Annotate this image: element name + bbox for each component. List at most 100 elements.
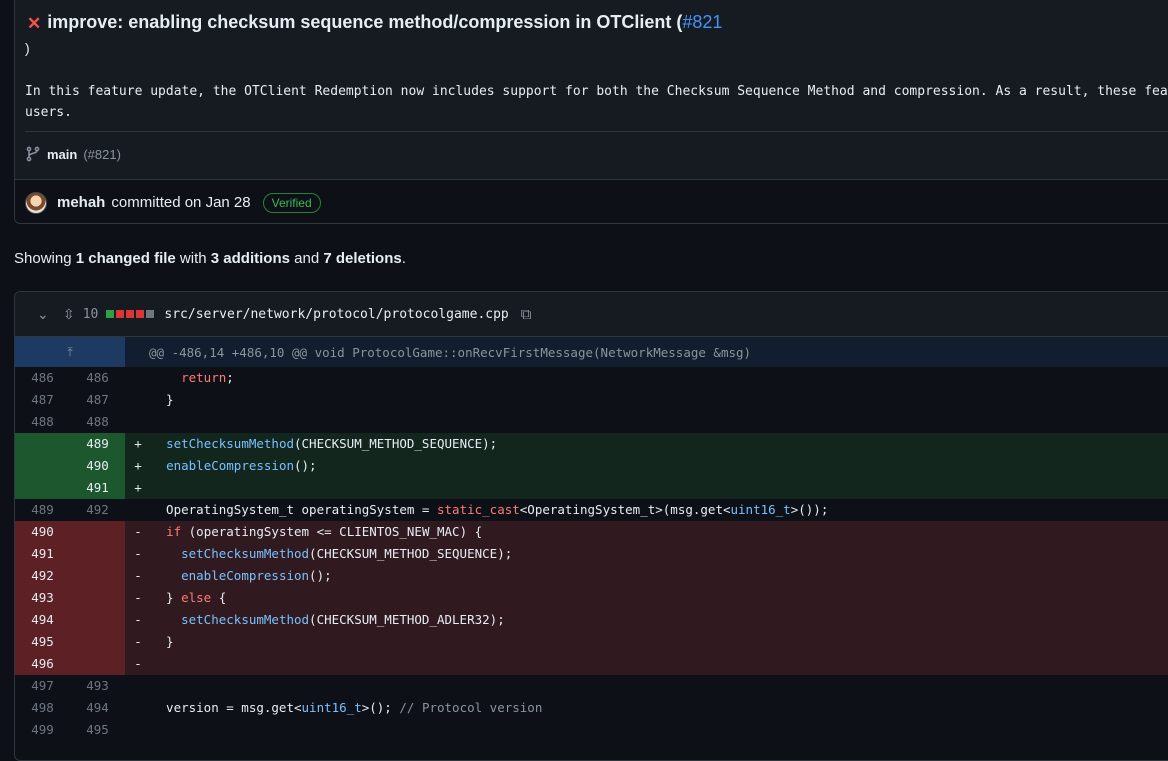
diff-sign: + [134,458,142,473]
verified-badge[interactable]: Verified [262,192,321,213]
diff-line[interactable]: 491 + [15,477,1168,499]
old-line-number[interactable]: 487 [15,389,70,411]
diff-line[interactable]: 487 487 } [15,389,1168,411]
new-line-number[interactable]: 487 [70,389,125,411]
chevron-down-icon[interactable]: ⌄ [37,306,51,323]
diff-line[interactable]: 497 493 [15,675,1168,697]
old-line-number[interactable]: 497 [15,675,70,697]
expand-all-icon[interactable]: ⇳ [63,306,75,323]
old-line-number[interactable] [15,455,70,477]
diff-line[interactable]: 490 - if (operatingSystem <= CLIENTOS_NEW… [15,521,1168,543]
old-line-number[interactable]: 491 [15,543,70,565]
diff-line[interactable]: 489 + setChecksumMethod(CHECKSUM_METHOD_S… [15,433,1168,455]
diff-sign [125,389,151,411]
expand-up-icon[interactable]: ⤒ [15,337,125,367]
file-header: ⌄ ⇳ 10 src/server/network/protocol/proto… [15,292,1168,337]
summary-text: . [401,250,406,267]
new-line-number[interactable]: 491 [70,477,125,499]
diff-line[interactable]: 486 486 return; [15,367,1168,389]
code-text: return; [181,370,234,385]
old-line-number[interactable]: 493 [15,587,70,609]
diff-line[interactable]: 499 495 [15,719,1168,741]
new-line-number[interactable]: 489 [70,433,125,455]
new-line-number[interactable] [70,587,125,609]
pr-link[interactable]: #821 [682,12,722,33]
new-line-number[interactable]: 495 [70,719,125,741]
diff-file: ⌄ ⇳ 10 src/server/network/protocol/proto… [14,291,1168,761]
branch-pr-ref[interactable]: (#821) [83,147,121,162]
diff-sign: - [134,568,142,583]
file-path[interactable]: src/server/network/protocol/protocolgame… [164,307,508,322]
new-line-number[interactable]: 488 [70,411,125,433]
diff-line[interactable]: 495 - } [15,631,1168,653]
diff-line[interactable]: 496 - [15,653,1168,675]
diff-sign [125,411,151,433]
diff-line[interactable]: 492 - enableCompression(); [15,565,1168,587]
diff-line[interactable]: 490 + enableCompression(); [15,455,1168,477]
code-text: if (operatingSystem <= CLIENTOS_NEW_MAC)… [166,524,483,539]
old-line-number[interactable]: 492 [15,565,70,587]
diff-sign: - [134,546,142,561]
author-name[interactable]: mehah [57,194,105,211]
code-text: setChecksumMethod(CHECKSUM_METHOD_SEQUEN… [166,436,498,451]
divider [25,131,1168,132]
diff-sign [125,675,151,697]
diff-line[interactable]: 489 492 OperatingSystem_t operatingSystem… [15,499,1168,521]
new-line-number[interactable]: 486 [70,367,125,389]
summary-text: and [294,250,320,267]
new-line-number[interactable] [70,565,125,587]
old-line-number[interactable]: 490 [15,521,70,543]
old-line-number[interactable] [15,433,70,455]
code-text: OperatingSystem_t operatingSystem = stat… [151,502,829,517]
new-line-number[interactable]: 494 [70,697,125,719]
code-text: setChecksumMethod(CHECKSUM_METHOD_ADLER3… [181,612,505,627]
diff-line[interactable]: 493 - } else { [15,587,1168,609]
avatar[interactable] [25,191,47,214]
diff-sign: - [134,612,142,627]
branch-name[interactable]: main [47,147,77,162]
old-line-number[interactable]: 498 [15,697,70,719]
diffstat-block [146,310,155,318]
diff-sign: - [134,524,142,539]
diff-sign [125,697,151,719]
old-line-number[interactable]: 489 [15,499,70,521]
old-line-number[interactable]: 488 [15,411,70,433]
new-line-number[interactable] [70,609,125,631]
old-line-number[interactable]: 499 [15,719,70,741]
git-branch-icon [26,146,40,162]
diff-body: 486 486 return; 487 487 } 488 488 489 + setChec… [15,367,1168,741]
diff-sign: - [134,590,142,605]
diff-sign [125,719,151,741]
new-line-number[interactable] [70,543,125,565]
diff-sign: - [134,656,142,671]
description-line: In this feature update, the OTClient Red… [25,84,1168,99]
diff-line[interactable]: 491 - setChecksumMethod(CHECKSUM_METHOD_S… [15,543,1168,565]
old-line-number[interactable] [15,477,70,499]
failed-status-icon[interactable]: ✕ [27,14,41,34]
code-text: setChecksumMethod(CHECKSUM_METHOD_SEQUEN… [181,546,513,561]
old-line-number[interactable]: 495 [15,631,70,653]
summary-text: with [179,250,207,267]
commit-description: In this feature update, the OTClient Red… [25,81,1168,123]
diff-line[interactable]: 498 494 version = msg.get<uint16_t>(); //… [15,697,1168,719]
copy-icon[interactable]: ⧉ [521,306,532,323]
new-line-number[interactable]: 490 [70,455,125,477]
code-text: } [151,634,174,649]
new-line-number[interactable] [70,521,125,543]
diff-line[interactable]: 488 488 [15,411,1168,433]
code-text: enableCompression(); [166,458,317,473]
diff-line[interactable]: 494 - setChecksumMethod(CHECKSUM_METHOD_A… [15,609,1168,631]
hunk-header-text: @@ -486,14 +486,10 @@ void ProtocolGame:… [149,344,752,360]
old-line-number[interactable]: 494 [15,609,70,631]
new-line-number[interactable]: 493 [70,675,125,697]
new-line-number[interactable] [70,653,125,675]
new-line-number[interactable]: 492 [70,499,125,521]
diffstat-blocks [106,310,155,318]
old-line-number[interactable]: 496 [15,653,70,675]
new-line-number[interactable] [70,631,125,653]
diffstat-block [136,310,145,318]
summary-additions: 3 additions [210,250,290,267]
old-line-number[interactable]: 486 [15,367,70,389]
